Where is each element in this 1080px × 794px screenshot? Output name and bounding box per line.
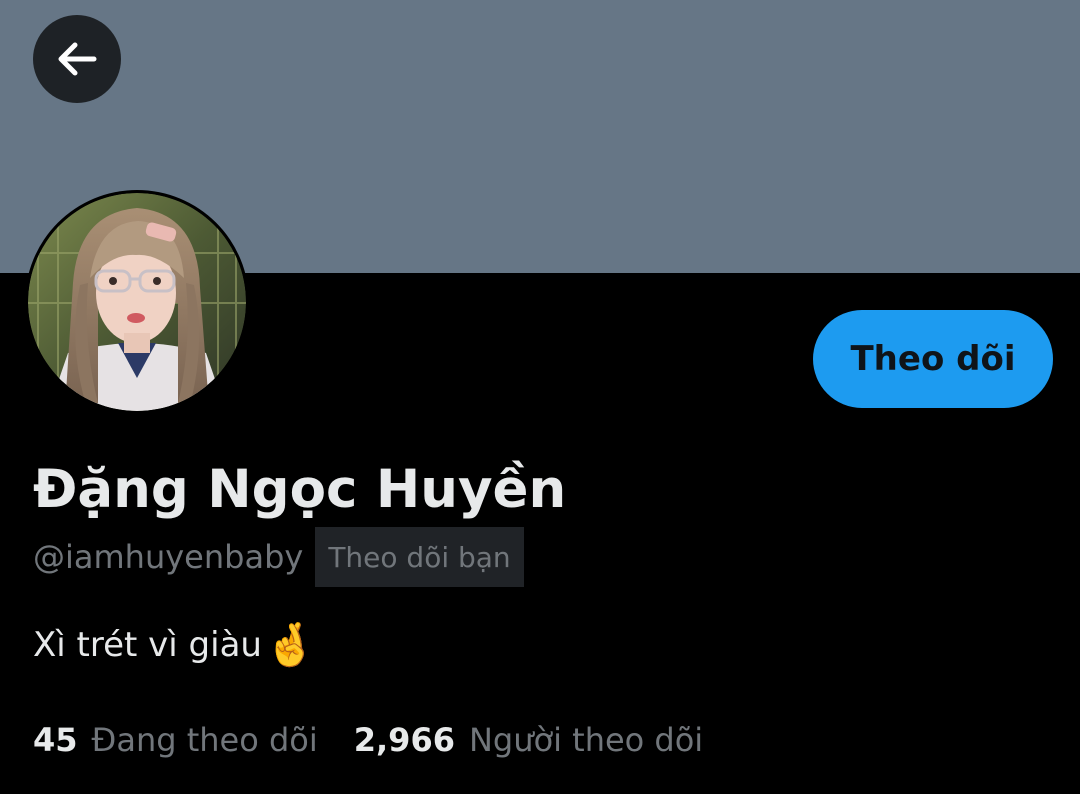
profile-screen: Theo dõi Đặng Ngọc Huyền @iamhuyenbaby T… (0, 0, 1080, 794)
bio: Xì trét vì giàu 🤞 (33, 617, 316, 673)
followers-label: Người theo dõi (468, 721, 704, 759)
handle-row: @iamhuyenbaby Theo dõi bạn (33, 527, 524, 587)
profile-stats: 45 Đang theo dõi 2,966 Người theo dõi (33, 712, 703, 768)
following-label: Đang theo dõi (91, 721, 318, 759)
profile-photo (28, 193, 246, 411)
followers-count: 2,966 (353, 721, 455, 759)
followers-link[interactable]: 2,966 Người theo dõi (354, 721, 703, 759)
bio-text: Xì trét vì giàu (33, 625, 262, 665)
following-link[interactable]: 45 Đang theo dõi (33, 721, 318, 759)
follows-you-badge: Theo dõi bạn (315, 527, 524, 587)
user-handle: @iamhuyenbaby (33, 538, 304, 576)
display-name: Đặng Ngọc Huyền (33, 459, 567, 520)
arrow-left-icon (52, 34, 102, 84)
back-button[interactable] (33, 15, 121, 103)
following-count: 45 (33, 721, 78, 759)
follow-button[interactable]: Theo dõi (813, 310, 1053, 408)
crossed-fingers-emoji-icon: 🤞 (263, 620, 317, 669)
avatar[interactable] (25, 190, 249, 414)
